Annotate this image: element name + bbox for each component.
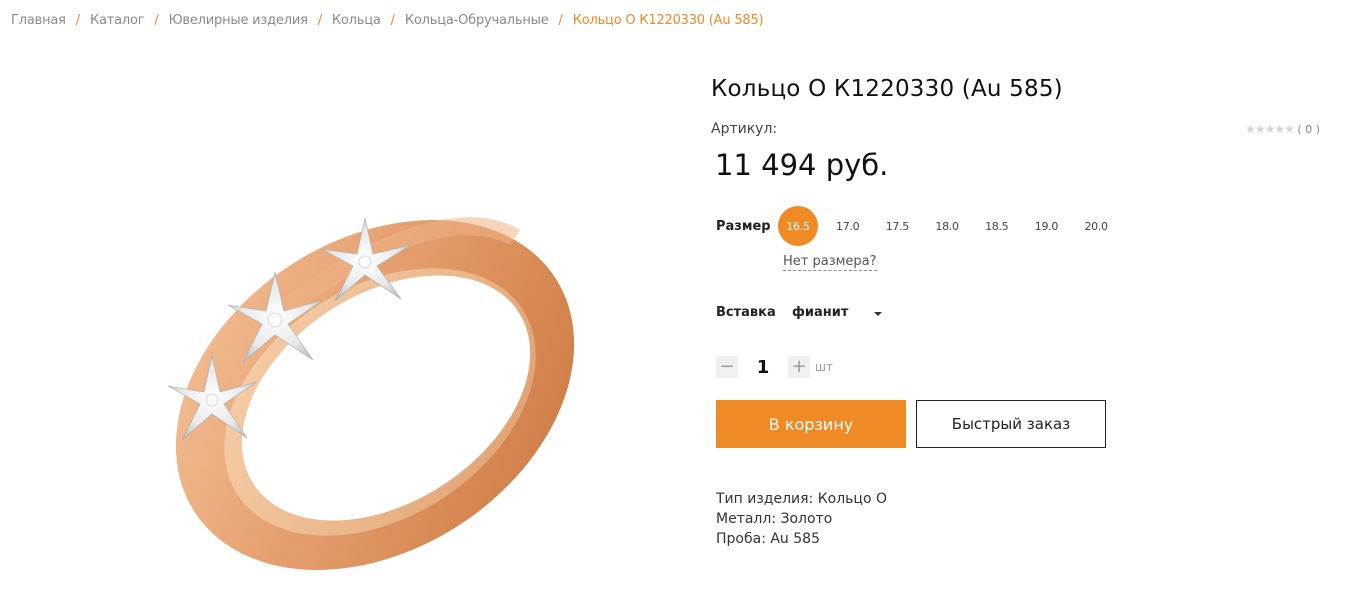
quantity-increase-button[interactable]: +: [788, 356, 810, 378]
no-size-link[interactable]: Нет размера?: [783, 254, 877, 271]
breadcrumb-current: Кольцо О К1220330 (Au 585): [572, 13, 764, 28]
quantity-stepper: − 1 + шт: [716, 356, 833, 378]
size-option-19-0[interactable]: 19.0: [1026, 206, 1066, 246]
breadcrumb-separator: /: [154, 13, 159, 28]
quantity-value[interactable]: 1: [738, 357, 788, 378]
insert-selector: Вставка фианит: [716, 305, 883, 320]
insert-dropdown[interactable]: фианит: [792, 305, 883, 320]
add-to-cart-button[interactable]: В корзину: [716, 400, 906, 448]
product-price: 11 494 руб.: [715, 148, 889, 182]
insert-label: Вставка: [716, 305, 776, 320]
breadcrumb-separator: /: [75, 13, 80, 28]
breadcrumb-jewelry[interactable]: Ювелирные изделия: [169, 13, 308, 28]
size-option-17-0[interactable]: 17.0: [828, 206, 868, 246]
product-image[interactable]: [150, 170, 596, 570]
size-label: Размер: [716, 218, 771, 234]
sku-label: Артикул:: [711, 121, 778, 137]
spec-metal: Металл: Золото: [716, 511, 833, 527]
size-option-17-5[interactable]: 17.5: [877, 206, 917, 246]
star-rating-icon: ★★★★★: [1245, 122, 1295, 136]
quantity-unit: шт: [815, 360, 833, 374]
spec-purity: Проба: Au 585: [716, 531, 820, 547]
size-option-20-0[interactable]: 20.0: [1076, 206, 1116, 246]
insert-value: фианит: [792, 305, 849, 320]
breadcrumb-wedding-rings[interactable]: Кольца-Обручальные: [405, 13, 549, 28]
size-option-18-0[interactable]: 18.0: [927, 206, 967, 246]
breadcrumb-separator: /: [390, 13, 395, 28]
spec-type: Тип изделия: Кольцо О: [716, 491, 887, 507]
breadcrumb-home[interactable]: Главная: [11, 13, 66, 28]
size-selector: Размер 16.5 17.0 17.5 18.0 18.5 19.0 20.…: [716, 206, 1126, 246]
breadcrumb-catalog[interactable]: Каталог: [90, 13, 145, 28]
breadcrumb-separator: /: [317, 13, 322, 28]
chevron-down-icon: [874, 311, 883, 316]
product-title: Кольцо О К1220330 (Au 585): [711, 76, 1063, 102]
breadcrumb: Главная / Каталог / Ювелирные изделия / Кольца…: [11, 13, 764, 28]
product-specs: Тип изделия: Кольцо О Металл: Золото Про…: [716, 489, 887, 549]
quick-order-button[interactable]: Быстрый заказ: [916, 400, 1106, 448]
size-option-16-5[interactable]: 16.5: [778, 206, 818, 246]
gold-ring-image: [167, 217, 575, 570]
breadcrumb-rings[interactable]: Кольца: [332, 13, 381, 28]
rating[interactable]: ★★★★★ ( 0 ): [1245, 122, 1320, 136]
rating-count: ( 0 ): [1297, 123, 1320, 136]
breadcrumb-separator: /: [558, 13, 563, 28]
quantity-decrease-button[interactable]: −: [716, 356, 738, 378]
size-option-18-5[interactable]: 18.5: [977, 206, 1017, 246]
